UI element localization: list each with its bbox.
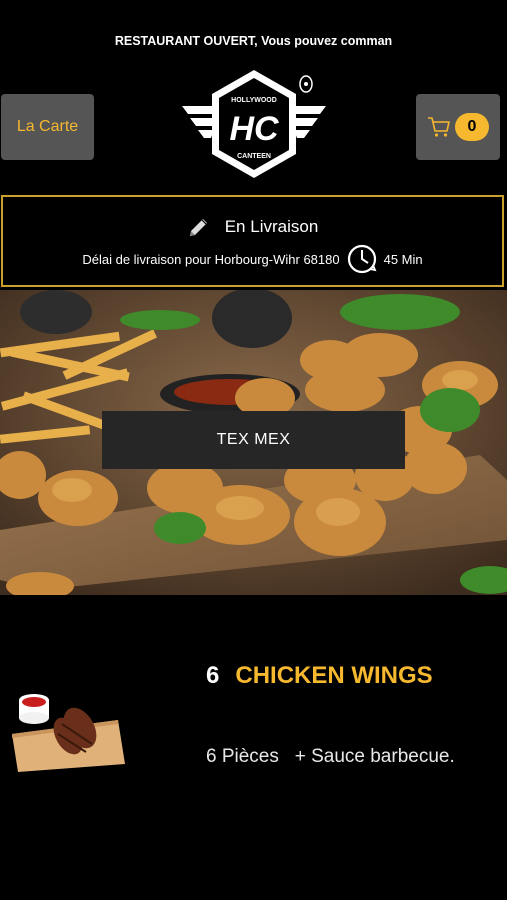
delivery-panel[interactable]: En Livraison Délai de livraison pour Hor… xyxy=(1,195,504,287)
cart-button[interactable]: 0 xyxy=(416,94,500,160)
pencil-icon[interactable] xyxy=(187,215,211,239)
clock-icon xyxy=(347,244,377,274)
logo-initials: HC xyxy=(229,110,279,148)
delivery-delay-text: Délai de livraison pour Horbourg-Wihr 68… xyxy=(82,251,340,267)
logo-top-text: HOLLYWOOD xyxy=(231,97,277,104)
delivery-time: 45 Min xyxy=(383,251,423,267)
logo-bottom-text: CANTEEN xyxy=(237,153,271,160)
cart-count-badge: 0 xyxy=(455,113,489,141)
cart-icon xyxy=(428,117,450,137)
product-description: 6 Pièces + Sauce barbecue. xyxy=(206,746,455,767)
product-name[interactable]: CHICKEN WINGS xyxy=(235,662,432,689)
product-title: 6 CHICKEN WINGS xyxy=(206,662,433,690)
category-button[interactable]: TEX MEX xyxy=(102,411,405,469)
chicken-icon xyxy=(299,75,313,93)
menu-button[interactable]: La Carte xyxy=(1,94,94,160)
product-quantity: 6 xyxy=(206,662,220,689)
delivery-mode-title: En Livraison xyxy=(224,217,319,236)
status-banner: RESTAURANT OUVERT, Vous pouvez comman xyxy=(114,34,393,48)
restaurant-logo: HOLLYWOOD HC CANTEEN xyxy=(182,70,326,178)
product-image[interactable] xyxy=(12,684,125,774)
menu-button-label: La Carte xyxy=(16,118,79,135)
